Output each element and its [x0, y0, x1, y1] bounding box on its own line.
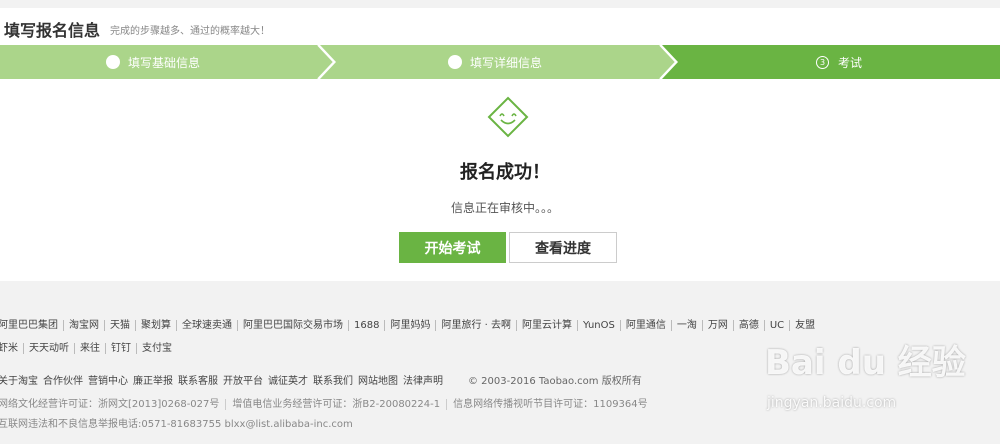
footer-link[interactable]: YunOS [578, 320, 621, 331]
top-strip [0, 0, 1000, 8]
footer-link[interactable]: 全球速卖通 [177, 320, 238, 331]
footer-link[interactable]: 支付宝 [137, 343, 177, 354]
smile-diamond-icon [487, 96, 529, 138]
view-progress-button[interactable]: 查看进度 [509, 232, 617, 263]
footer-link[interactable]: 联系客服 [178, 376, 223, 387]
footer-link[interactable]: 阿里云计算 [517, 320, 578, 331]
footer-link[interactable]: 阿里巴巴国际交易市场 [238, 320, 349, 331]
footer-link[interactable]: 营销中心 [88, 376, 133, 387]
step-number-badge: 3 [816, 55, 829, 69]
footer-group-links: 阿里巴巴集团 淘宝网 天猫 聚划算 全球速卖通 阿里巴巴国际交易市场 1688 … [0, 320, 820, 331]
footer-link[interactable]: 关于淘宝 [0, 376, 43, 387]
footer-link[interactable]: 钉钉 [106, 343, 137, 354]
footer-site-links: 关于淘宝 合作伙伴 营销中心 廉正举报 联系客服 开放平台 诚征英才 联系我们 … [0, 376, 647, 387]
start-exam-button[interactable]: 开始考试 [399, 232, 506, 263]
footer-link[interactable]: 一淘 [672, 320, 703, 331]
watermark-url: jingyan.baidu.com [767, 395, 897, 411]
license-item: 信息网络传播视听节目许可证：1109364号 [453, 399, 648, 410]
license-item: 网络文化经营许可证：浙网文[2013]0268-027号 [0, 399, 227, 410]
footer-link[interactable]: 来往 [75, 343, 106, 354]
footer-link[interactable]: 廉正举报 [133, 376, 178, 387]
footer-link[interactable]: 合作伙伴 [43, 376, 88, 387]
footer-link[interactable]: 聚划算 [136, 320, 177, 331]
footer-link[interactable]: 万网 [703, 320, 734, 331]
page-subtitle: 完成的步骤越多、通过的概率越大！ [110, 26, 270, 37]
step-1: 填写基础信息 [106, 45, 200, 79]
footer-link[interactable]: 虾米 [0, 343, 24, 354]
report-contact: 互联网违法和不良信息举报电话:0571-81683755 blxx@list.a… [0, 419, 353, 430]
footer-link[interactable]: 开放平台 [223, 376, 268, 387]
footer-link[interactable]: 网站地图 [358, 376, 403, 387]
step-progress-bar: 填写基础信息 填写详细信息 3 考试 [0, 45, 1000, 79]
step-1-label: 填写基础信息 [128, 55, 201, 70]
footer-link[interactable]: 淘宝网 [64, 320, 105, 331]
footer-link[interactable]: 阿里巴巴集团 [0, 320, 64, 331]
footer-link[interactable]: 联系我们 [313, 376, 358, 387]
footer-link[interactable]: 阿里妈妈 [385, 320, 437, 331]
step-3-label: 考试 [838, 55, 863, 70]
footer-link[interactable]: 阿里旅行 · 去啊 [436, 320, 517, 331]
footer-link[interactable]: UC [765, 320, 791, 331]
step-2: 填写详细信息 [448, 45, 542, 79]
step-2-label: 填写详细信息 [470, 55, 543, 70]
footer-link[interactable]: 诚征英才 [268, 376, 313, 387]
footer-group-links-2: 虾米 天天动听 来往 钉钉 支付宝 [0, 343, 177, 354]
review-status-text: 信息正在审核中。。。 [450, 201, 559, 215]
success-title: 报名成功！ [460, 162, 550, 183]
baidu-jingyan-watermark: Bai du 经验 jingyan.baidu.com [765, 335, 995, 435]
footer-link[interactable]: 高德 [734, 320, 765, 331]
footer-link[interactable]: 1688 [349, 320, 386, 331]
check-icon [106, 47, 120, 69]
watermark-logo: Bai du 经验 [765, 343, 966, 383]
check-icon [448, 47, 462, 69]
step-3: 3 考试 [816, 45, 862, 79]
footer-link[interactable]: 法律声明 [403, 376, 448, 387]
footer-link[interactable]: 天猫 [105, 320, 136, 331]
page-title: 填写报名信息 [4, 21, 101, 40]
footer-link[interactable]: 阿里通信 [621, 320, 672, 331]
copyright: © 2003-2016 Taobao.com 版权所有 [468, 376, 642, 387]
footer-link[interactable]: 友盟 [790, 320, 820, 331]
license-info: 网络文化经营许可证：浙网文[2013]0268-027号 增值电信业务经营许可证… [0, 399, 654, 410]
license-item: 增值电信业务经营许可证：浙B2-20080224-1 [226, 399, 448, 410]
footer-link[interactable]: 天天动听 [24, 343, 75, 354]
